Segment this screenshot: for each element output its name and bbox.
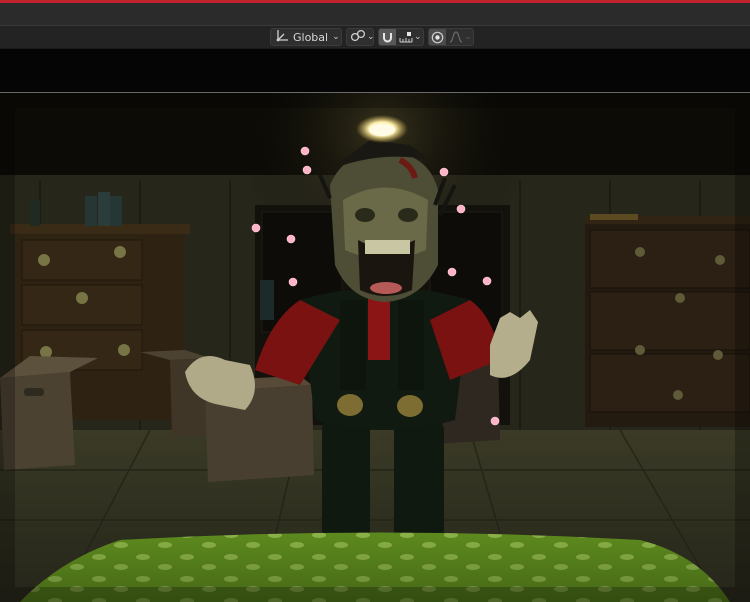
pivot-link-icon <box>350 28 366 47</box>
snap-increment-button[interactable]: ⌄ <box>397 31 422 43</box>
viewport-render <box>0 93 750 602</box>
falloff-curve-icon <box>449 31 463 43</box>
proportional-editing-group: ⌄ <box>428 28 474 46</box>
snap-increment-icon <box>399 32 413 43</box>
transform-orientation-label: Global <box>293 30 329 44</box>
chevron-down-icon: ⌄ <box>332 31 340 42</box>
chevron-down-icon: ⌄ <box>367 31 375 42</box>
viewport-overlay-band <box>0 49 750 92</box>
transform-orientation-dropdown[interactable]: Global ⌄ <box>270 28 342 46</box>
viewport-header: Global ⌄ ⌄ ⌄ ⌄ <box>0 25 750 49</box>
chevron-down-icon: ⌄ <box>464 31 472 42</box>
3d-viewport[interactable] <box>0 93 750 602</box>
proportional-falloff-dropdown[interactable]: ⌄ <box>447 31 472 43</box>
proportional-edit-icon <box>431 31 444 43</box>
proportional-edit-toggle[interactable] <box>429 29 446 45</box>
pivot-point-dropdown[interactable]: ⌄ <box>346 28 375 47</box>
orientation-axes-icon <box>275 29 289 46</box>
snap-toggle-button[interactable] <box>379 29 396 45</box>
chevron-down-icon: ⌄ <box>414 31 422 42</box>
topbar <box>0 3 750 25</box>
snapping-group: ⌄ <box>378 28 424 46</box>
snap-magnet-icon <box>383 32 392 42</box>
right-dresser <box>585 214 750 427</box>
